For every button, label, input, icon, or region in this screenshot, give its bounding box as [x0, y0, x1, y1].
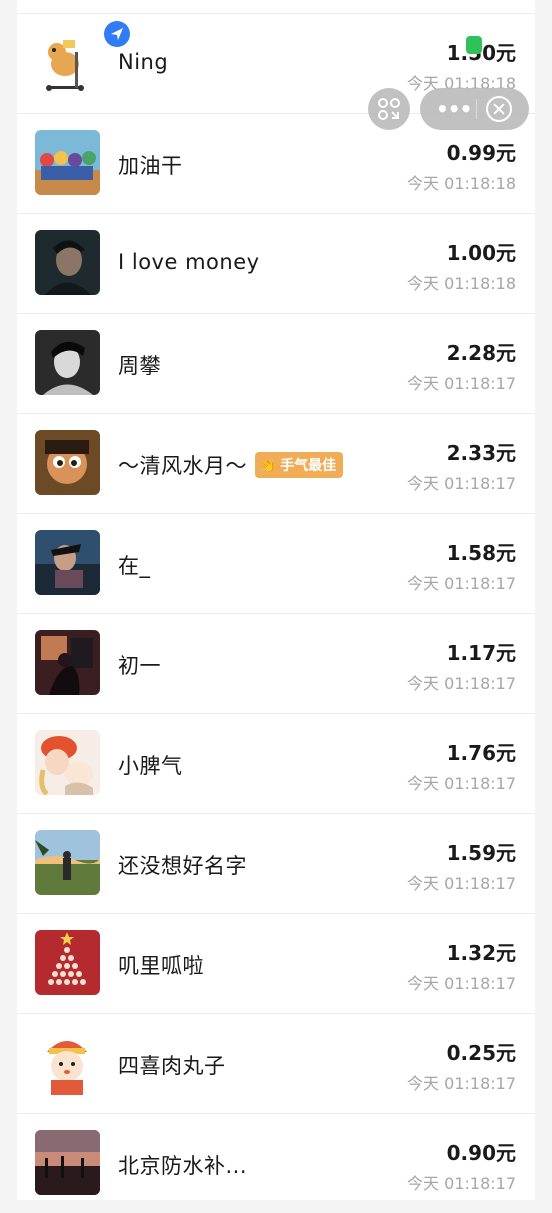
amount: 1.76元	[446, 741, 516, 765]
list-item[interactable]: 在_ 1.58元 今天 01:18:17	[17, 513, 535, 613]
list-item[interactable]: 小脾气 1.76元 今天 01:18:17	[17, 713, 535, 813]
member-name: 小脾气	[118, 754, 183, 778]
member-name: 四喜肉丸子	[118, 1054, 226, 1078]
avatar[interactable]	[35, 930, 100, 995]
avatar[interactable]	[35, 1030, 100, 1095]
claim-time: 今天 01:18:17	[407, 974, 516, 993]
claim-list: Ning 1.50元 今天 01:18:18 加油干 0.99元 今天 01:1…	[17, 13, 535, 1213]
amount: 1.59元	[446, 841, 516, 865]
scan-button[interactable]	[368, 88, 410, 130]
list-item[interactable]: I love money 1.00元 今天 01:18:18	[17, 213, 535, 313]
ellipsis-icon: •••	[436, 97, 472, 121]
amount: 2.33元	[446, 441, 516, 465]
claim-time: 今天 01:18:17	[407, 774, 516, 793]
avatar[interactable]	[35, 530, 100, 595]
avatar[interactable]	[35, 830, 100, 895]
member-name: 在_	[118, 554, 151, 578]
list-item[interactable]: 叽里呱啦 1.32元 今天 01:18:17	[17, 913, 535, 1013]
avatar[interactable]	[35, 130, 100, 195]
mini-program-capsule: •••	[420, 88, 529, 130]
claim-time: 今天 01:18:17	[407, 574, 516, 593]
member-name: 加油干	[118, 154, 183, 178]
close-button[interactable]	[486, 96, 512, 122]
claim-time: 今天 01:18:17	[407, 474, 516, 493]
claim-time: 今天 01:18:18	[407, 274, 516, 293]
list-item[interactable]: 北京防水补... 0.90元 今天 01:18:17	[17, 1113, 535, 1213]
list-item[interactable]: 周攀 2.28元 今天 01:18:17	[17, 313, 535, 413]
member-name: Ning	[118, 50, 169, 74]
member-name: 北京防水补...	[118, 1154, 248, 1178]
list-item[interactable]: ～清风水月～ 👏 手气最佳 2.33元 今天 01:18:17	[17, 413, 535, 513]
more-button[interactable]: •••	[436, 97, 472, 121]
avatar[interactable]	[35, 330, 100, 395]
location-arrow-icon	[104, 21, 130, 47]
member-name: 叽里呱啦	[118, 954, 204, 978]
thumbs-up-icon: 👏	[260, 459, 277, 474]
amount: 0.25元	[446, 1041, 516, 1065]
avatar[interactable]	[35, 630, 100, 695]
amount: 1.00元	[446, 241, 516, 265]
list-item[interactable]: 还没想好名字 1.59元 今天 01:18:17	[17, 813, 535, 913]
claim-time: 今天 01:18:18	[407, 174, 516, 193]
scan-icon	[378, 98, 400, 120]
avatar[interactable]	[35, 1130, 100, 1195]
claim-time: 今天 01:18:17	[407, 1074, 516, 1093]
green-badge-icon	[466, 36, 482, 54]
avatar[interactable]	[35, 230, 100, 295]
claim-time: 今天 01:18:17	[407, 374, 516, 393]
amount: 0.90元	[446, 1141, 516, 1165]
avatar[interactable]	[35, 730, 100, 795]
amount: 1.32元	[446, 941, 516, 965]
amount: 2.28元	[446, 341, 516, 365]
amount: 0.99元	[446, 141, 516, 165]
avatar[interactable]	[35, 30, 100, 95]
avatar[interactable]	[35, 430, 100, 495]
best-luck-badge: 👏 手气最佳	[255, 452, 344, 478]
amount: 1.17元	[446, 641, 516, 665]
member-name: 初一	[118, 654, 161, 678]
red-packet-record-list: Ning 1.50元 今天 01:18:18 加油干 0.99元 今天 01:1…	[17, 0, 535, 1200]
claim-time: 今天 01:18:17	[407, 874, 516, 893]
claim-time: 今天 01:18:17	[407, 674, 516, 693]
capsule-divider	[476, 99, 477, 119]
list-item[interactable]: 四喜肉丸子 0.25元 今天 01:18:17	[17, 1013, 535, 1113]
member-name: 周攀	[118, 354, 161, 378]
claim-time: 今天 01:18:17	[407, 1174, 516, 1193]
list-item[interactable]: 初一 1.17元 今天 01:18:17	[17, 613, 535, 713]
amount: 1.58元	[446, 541, 516, 565]
member-name: I love money	[118, 250, 260, 274]
member-name: ～清风水月～ 👏 手气最佳	[118, 450, 344, 480]
member-name: 还没想好名字	[118, 854, 247, 878]
